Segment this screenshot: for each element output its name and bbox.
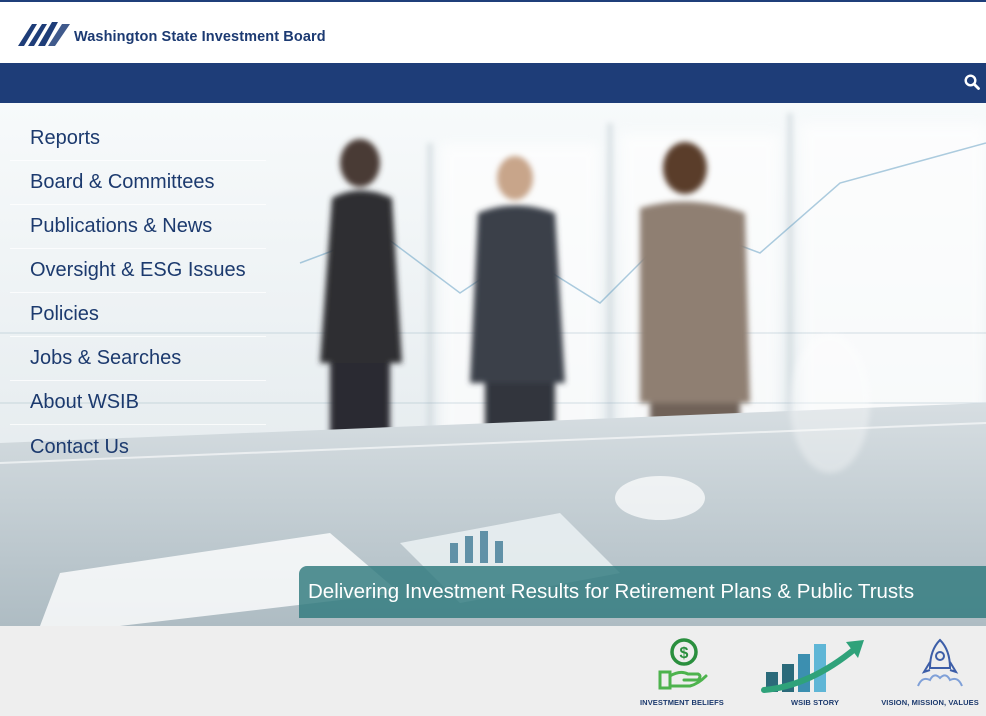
investment-beliefs-link[interactable]: $ INVESTMENT BELIEFS xyxy=(640,636,724,707)
growth-chart-icon xyxy=(761,640,864,693)
wsib-mountains-logo-icon xyxy=(18,22,70,46)
main-nav-bar xyxy=(0,63,986,103)
menu-item-reports: Reports xyxy=(10,117,266,161)
hero-side-menu: Reports Board & Committees Publications … xyxy=(10,117,266,469)
menu-item-contact-us: Contact Us xyxy=(10,425,266,469)
wsib-story-link[interactable]: WSIB STORY xyxy=(760,636,870,707)
hero-tagline: Delivering Investment Results for Retire… xyxy=(308,580,915,603)
menu-item-about-wsib: About WSIB xyxy=(10,381,266,425)
menu-link-board-committees[interactable]: Board & Committees xyxy=(30,171,215,194)
menu-link-policies[interactable]: Policies xyxy=(30,303,99,326)
search-icon xyxy=(964,74,980,90)
home-logo-link[interactable]: Washington State Investment Board xyxy=(18,16,326,50)
svg-text:$: $ xyxy=(679,645,688,662)
org-name: Washington State Investment Board xyxy=(74,29,326,45)
vision-mission-values-label: VISION, MISSION, VALUES xyxy=(881,698,979,707)
investment-beliefs-label: INVESTMENT BELIEFS xyxy=(640,698,724,707)
rocket-icon xyxy=(917,638,963,687)
hero-banner: Reports Board & Committees Publications … xyxy=(0,103,986,626)
money-hand-icon: $ xyxy=(658,638,708,690)
menu-item-jobs-searches: Jobs & Searches xyxy=(10,337,266,381)
wsib-story-label: WSIB STORY xyxy=(790,698,840,707)
hero-tagline-banner: Delivering Investment Results for Retire… xyxy=(299,566,986,618)
menu-link-publications-news[interactable]: Publications & News xyxy=(30,215,212,238)
feature-strip: $ INVESTMENT BELIEFS WSIB STORY VISION, … xyxy=(0,626,986,716)
vision-mission-values-link[interactable]: VISION, MISSION, VALUES xyxy=(878,636,982,707)
menu-item-board-committees: Board & Committees xyxy=(10,161,266,205)
menu-link-reports[interactable]: Reports xyxy=(30,127,100,150)
search-button[interactable] xyxy=(964,71,986,95)
menu-link-contact-us[interactable]: Contact Us xyxy=(30,436,129,459)
menu-item-publications-news: Publications & News xyxy=(10,205,266,249)
menu-item-oversight-esg: Oversight & ESG Issues xyxy=(10,249,266,293)
menu-link-jobs-searches[interactable]: Jobs & Searches xyxy=(30,347,181,370)
menu-item-policies: Policies xyxy=(10,293,266,337)
menu-link-about-wsib[interactable]: About WSIB xyxy=(30,391,139,414)
menu-link-oversight-esg[interactable]: Oversight & ESG Issues xyxy=(30,259,246,282)
site-header: Washington State Investment Board xyxy=(0,0,986,63)
